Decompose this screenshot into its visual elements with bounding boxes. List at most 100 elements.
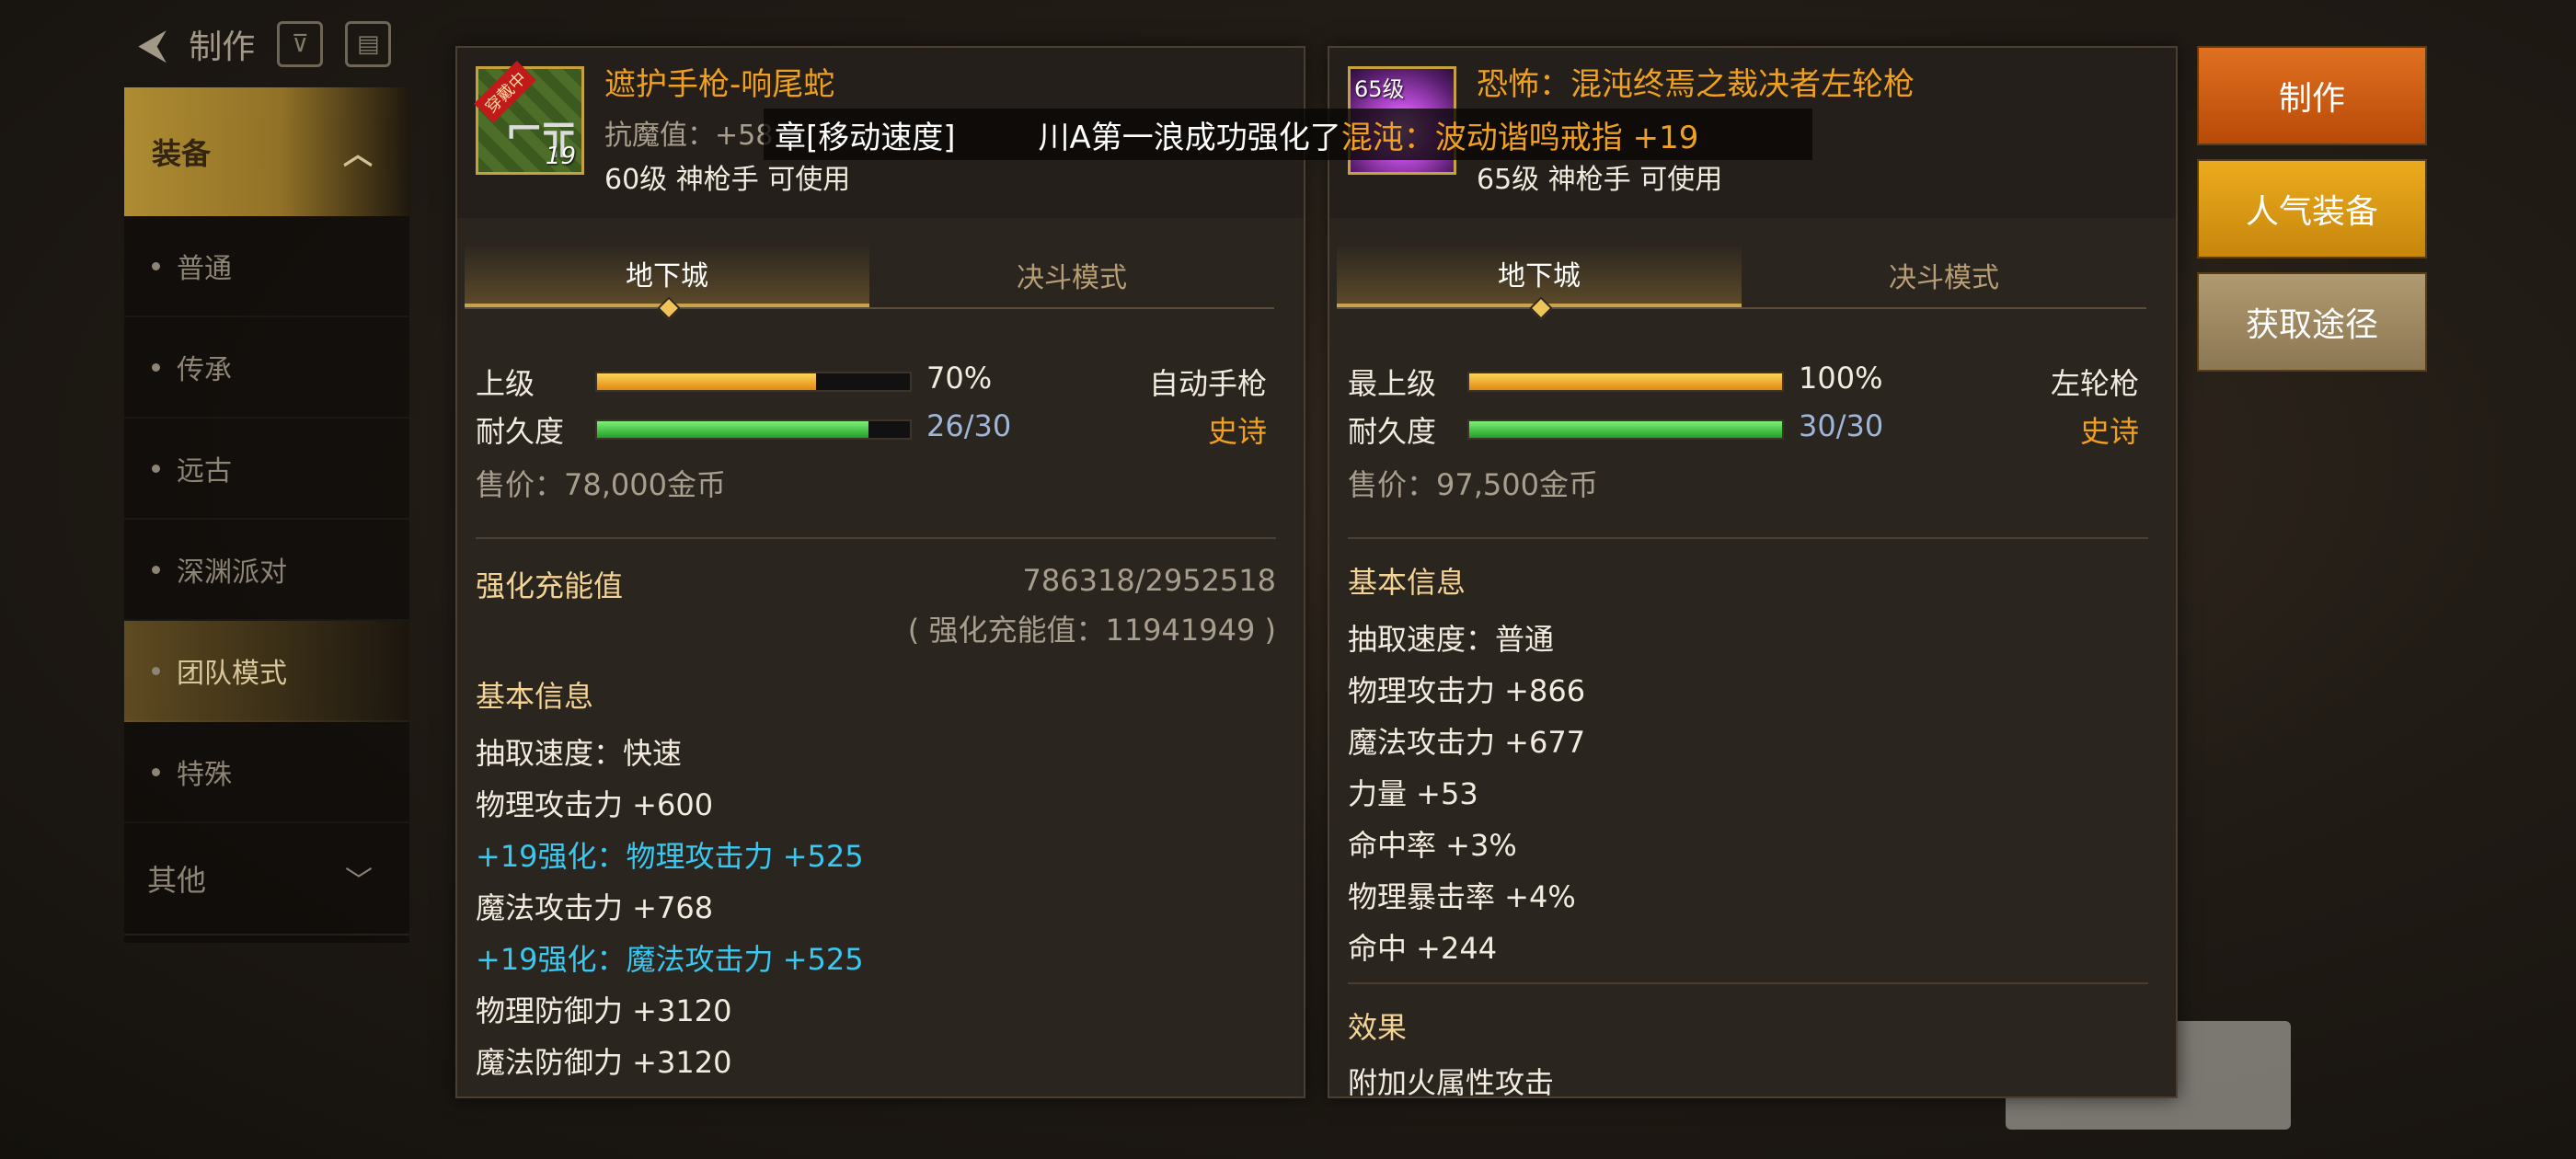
grade-row: 上级 70% 自动手枪	[476, 361, 1285, 401]
grade-bar	[595, 372, 912, 392]
basic-info-title: 基本信息	[476, 679, 594, 714]
grade-label: 上级	[476, 366, 535, 401]
broadcast-banner: 章[移动速度] 川A第一浪成功强化了 混沌： 波动谐鸣戒指 +19	[764, 109, 1812, 160]
stat-line-enhance: +19强化：魔法攻击力 +525	[476, 942, 864, 977]
tab-duel[interactable]: 决斗模式	[1742, 243, 2146, 307]
sell-price: 售价：97,500金币	[1348, 467, 1598, 502]
bullet-icon	[152, 261, 160, 270]
bullet-icon	[152, 666, 160, 675]
item-requirement: 65级 神枪手 可使用	[1477, 164, 1723, 196]
popular-equipment-button[interactable]: 人气装备	[2197, 159, 2427, 258]
sidebar-category-label: 其他	[147, 863, 207, 898]
stat-line-enhance: +19强化：物理攻击力 +525	[476, 839, 864, 874]
divider	[476, 537, 1276, 539]
chevron-up-icon: ︿	[342, 136, 373, 171]
rarity: 史诗	[2079, 414, 2139, 449]
mode-tabs: 地下城 决斗模式	[465, 243, 1274, 320]
stat-line: 抽取速度：快速	[476, 736, 683, 771]
stat-line: 命中 +244	[1348, 931, 1498, 966]
stat-line: 物理攻击力 +866	[1348, 673, 1586, 708]
sidebar-item-team-mode[interactable]: 团队模式	[124, 621, 409, 722]
tab-label: 地下城	[1498, 260, 1581, 293]
durability-label: 耐久度	[1348, 414, 1437, 449]
item-level-badge: 65级	[1354, 76, 1405, 102]
sidebar-category-label: 装备	[152, 136, 212, 171]
stat-line: 抽取速度：普通	[1348, 622, 1555, 657]
item-icon-pistol: ⌐╦ 穿戴中 19	[474, 61, 584, 175]
durability-row: 耐久度 30/30 史诗	[1348, 408, 2157, 449]
book-icon[interactable]: ▤	[345, 21, 392, 67]
broadcast-item-name: 波动谐鸣戒指 +19	[1434, 119, 1699, 156]
obtain-source-button[interactable]: 获取途径	[2197, 272, 2427, 372]
bullet-icon	[152, 464, 160, 473]
broadcast-item-prefix: 混沌：	[1340, 119, 1435, 156]
durability-bar	[1467, 419, 1784, 440]
item-name: 遮护手枪-响尾蛇	[604, 66, 835, 103]
sidebar-item-special[interactable]: 特殊	[124, 722, 409, 823]
item-tooltip-compare: 65级 恐怖：混沌终焉之裁决者左轮枪 65级 神枪手 可使用 地下城 决斗模式 …	[1328, 46, 2178, 1098]
craft-button[interactable]: 制作	[2197, 46, 2427, 145]
sidebar-item-label: 特殊	[177, 759, 232, 791]
item-enhance-level: 19	[545, 143, 576, 170]
item-requirement: 60级 神枪手 可使用	[604, 164, 851, 196]
charge-value: 786318/2952518	[1022, 563, 1276, 598]
sidebar-item-ancient[interactable]: 远古	[124, 419, 409, 520]
bullet-icon	[152, 565, 160, 574]
basic-info-title: 基本信息	[1348, 565, 1466, 600]
grade-bar	[1467, 372, 1784, 392]
effect-title: 效果	[1348, 1010, 1408, 1045]
stat-line: 物理防御力 +3120	[476, 993, 732, 1028]
grade-value: 70%	[926, 361, 993, 396]
item-tooltip-equipped: ⌐╦ 穿戴中 19 遮护手枪-响尾蛇 抗魔值：+58 60级 神枪手 可使用 地…	[455, 46, 1305, 1098]
sidebar-item-label: 团队模式	[177, 658, 287, 690]
sidebar-item-label: 传承	[177, 354, 232, 386]
stat-line: 物理攻击力 +600	[476, 787, 714, 822]
sell-price: 售价：78,000金币	[476, 467, 726, 502]
grade-value: 100%	[1799, 361, 1883, 396]
tab-dungeon[interactable]: 地下城	[1337, 243, 1742, 320]
sidebar-item-label: 远古	[177, 455, 232, 488]
sidebar-item-heritage[interactable]: 传承	[124, 317, 409, 419]
bullet-icon	[152, 362, 160, 372]
back-arrow-icon[interactable]: ⮜	[138, 21, 167, 68]
sidebar-category-equipment[interactable]: 装备 ︿	[124, 87, 409, 216]
stat-line: 命中率 +3%	[1348, 828, 1517, 863]
mode-tabs: 地下城 决斗模式	[1337, 243, 2146, 320]
stat-line: 魔法攻击力 +677	[1348, 725, 1586, 760]
broadcast-text-prefix: 章[移动速度]	[775, 119, 956, 156]
stat-line: 魔法攻击力 +768	[476, 890, 714, 925]
durability-bar-fill	[597, 421, 868, 438]
tab-duel[interactable]: 决斗模式	[869, 243, 1274, 307]
durability-row: 耐久度 26/30 史诗	[476, 408, 1285, 449]
grade-bar-fill	[1469, 373, 1782, 390]
durability-bar	[595, 419, 912, 440]
sidebar-category-other[interactable]: 其他 ﹀	[124, 823, 409, 935]
filter-icon[interactable]: ⊽	[277, 21, 324, 67]
page-title: 制作	[189, 29, 256, 66]
weapon-type: 自动手枪	[1148, 366, 1267, 401]
stat-line: 物理暴击率 +4%	[1348, 879, 1576, 914]
broadcast-text: 川A第一浪成功强化了	[1038, 119, 1341, 156]
item-magic-resist: 抗魔值：+58	[604, 120, 774, 152]
item-name: 恐怖：混沌终焉之裁决者左轮枪	[1477, 66, 1915, 103]
durability-label: 耐久度	[476, 414, 565, 449]
sidebar-item-label: 深渊派对	[177, 557, 287, 589]
sidebar-item-normal[interactable]: 普通	[124, 216, 409, 317]
tab-dungeon[interactable]: 地下城	[465, 243, 869, 320]
durability-value: 30/30	[1799, 408, 1884, 443]
effect-line: 附加火属性攻击	[1348, 1065, 1555, 1098]
charge-total: ( 强化充能值：11941949 )	[907, 613, 1276, 648]
grade-label: 最上级	[1348, 366, 1437, 401]
durability-bar-fill	[1469, 421, 1782, 438]
grade-bar-fill	[597, 373, 816, 390]
chevron-down-icon: ﹀	[345, 866, 373, 898]
category-sidebar: 装备 ︿ 普通 传承 远古 深渊派对 团队模式 特殊 其他 ﹀	[124, 87, 409, 943]
divider	[1348, 982, 2148, 984]
weapon-type: 左轮枪	[2050, 366, 2139, 401]
tab-label: 决斗模式	[1017, 262, 1127, 294]
sidebar-item-abyss-party[interactable]: 深渊派对	[124, 520, 409, 621]
stat-line: 魔法防御力 +3120	[476, 1045, 732, 1080]
rarity: 史诗	[1207, 414, 1267, 449]
tab-label: 地下城	[626, 260, 708, 293]
tab-label: 决斗模式	[1889, 262, 1999, 294]
